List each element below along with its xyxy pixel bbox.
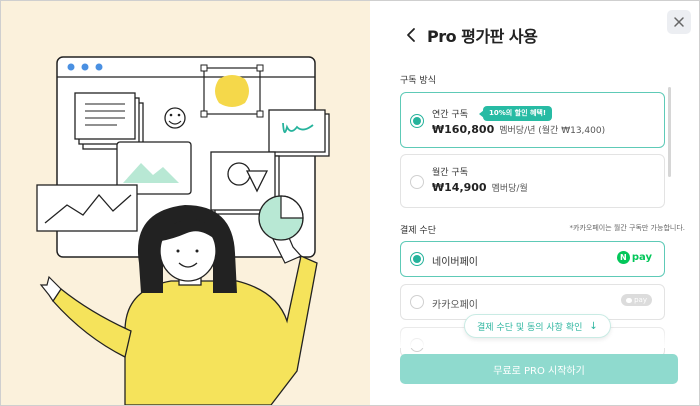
monthly-plan-radio[interactable] xyxy=(410,175,424,189)
chevron-left-icon[interactable] xyxy=(404,26,420,44)
naver-pay-name: 네이버페이 xyxy=(432,257,478,268)
scroll-to-terms-button[interactable]: 결제 수단 및 동의 사항 확인 ↓ xyxy=(464,314,611,338)
kakao-pay-radio[interactable] xyxy=(410,295,424,309)
annual-plan-price: ₩160,800 멤버당/년 (월간 ₩13,400) xyxy=(432,123,606,136)
monthly-plan-name: 월간 구독 xyxy=(432,168,468,178)
discount-badge: 10%의 할인 혜택! xyxy=(478,106,553,121)
checkout-panel: Pro 평가판 사용 구독 방식 연간 구독 10%의 할인 혜택! ₩160,… xyxy=(370,1,699,405)
illustration-panel xyxy=(1,1,370,405)
page-title: Pro 평가판 사용 xyxy=(427,27,538,46)
payment-note: *카카오페이는 월간 구독만 가능합니다. xyxy=(569,224,685,232)
kakao-pay-logo: pay xyxy=(621,294,652,306)
naver-pay-radio[interactable] xyxy=(410,252,424,266)
arrow-down-icon: ↓ xyxy=(589,320,598,332)
kakao-pay-name: 카카오페이 xyxy=(432,300,478,311)
annual-plan-radio[interactable] xyxy=(410,114,424,128)
scrollbar[interactable] xyxy=(668,87,671,177)
naver-pay-logo: N pay xyxy=(616,251,652,264)
annual-plan-option[interactable]: 연간 구독 10%의 할인 혜택! ₩160,800 멤버당/년 (월간 ₩13,… xyxy=(400,92,665,148)
person-whiteboard-illustration xyxy=(36,56,330,405)
scroll-hint-label: 결제 수단 및 동의 사항 확인 xyxy=(477,322,583,333)
annual-plan-name: 연간 구독 xyxy=(432,110,468,120)
subscription-label: 구독 방식 xyxy=(400,76,436,86)
monthly-plan-price: ₩14,900 멤버당/월 xyxy=(432,181,528,194)
start-pro-button[interactable]: 무료로 PRO 시작하기 xyxy=(400,354,678,384)
payment-label: 결제 수단 xyxy=(400,226,436,236)
close-icon xyxy=(674,17,684,27)
naver-pay-option[interactable]: 네이버페이 N pay xyxy=(400,241,665,277)
close-button[interactable] xyxy=(667,10,691,34)
monthly-plan-option[interactable]: 월간 구독 ₩14,900 멤버당/월 xyxy=(400,154,665,208)
